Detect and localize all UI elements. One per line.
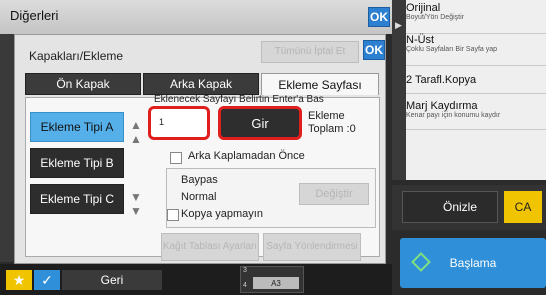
right-item-n-up-label: N-Üst [406, 34, 435, 46]
paper-type: Normal [181, 191, 217, 203]
right-item-duplex-label: 2 Tarafl.Kopya [406, 74, 477, 86]
start-label: Başlama [449, 256, 497, 270]
page-number-input[interactable]: 1 [148, 106, 210, 140]
preview-bar: Önizle CA [392, 185, 546, 230]
scroll-up-icon[interactable]: ▲ ▲ [130, 118, 142, 146]
top-ok-button[interactable]: OK [368, 7, 390, 27]
right-item-margin-shift-label: Marj Kaydırma [406, 100, 478, 112]
before-back-cover-checkbox[interactable] [170, 152, 182, 164]
tray-counter-bottom: 4 [243, 282, 247, 289]
page-number-value: 1 [159, 117, 165, 127]
right-item-duplex[interactable]: 2 Tarafl.Kopya [406, 66, 546, 94]
tray-settings-button[interactable]: Kağıt Tablası Ayarları [161, 233, 259, 261]
expand-icon[interactable]: ▶ [395, 20, 402, 31]
check-icon[interactable]: ✓ [34, 270, 60, 290]
right-strip: ▶ [392, 0, 406, 180]
tray-counter-top: 3 [243, 267, 247, 274]
start-icon [411, 252, 431, 272]
paper-size-label: A3 [253, 277, 299, 289]
right-item-original[interactable]: Orijinal Boyut/Yön Değiştir [406, 2, 546, 34]
tab-insert-pages[interactable]: Ekleme Sayfası [261, 73, 379, 95]
insert-dialog: Kapakları/Ekleme Tümünü İptal Et OK Ön K… [14, 34, 386, 264]
right-panel: Orijinal Boyut/Yön Değiştir N-Üst Çoklu … [392, 0, 546, 180]
right-item-margin-shift-sub: Kenar payı için konumu kaydır [406, 112, 501, 119]
ca-button[interactable]: CA [504, 191, 542, 223]
paper-source-box: Baypas Normal Kopya yapmayın Değiştir [166, 168, 376, 228]
no-copy-label: Kopya yapmayın [181, 208, 263, 220]
dialog-ok-button[interactable]: OK [363, 40, 385, 60]
clear-all-button[interactable]: Tümünü İptal Et [261, 41, 359, 63]
right-item-n-up[interactable]: N-Üst Çoklu Sayfaları Bir Sayfa yap [406, 34, 546, 66]
insert-type-a-button[interactable]: Ekleme Tipi A [30, 112, 124, 142]
back-button[interactable]: Geri [62, 270, 162, 290]
start-button[interactable]: Başlama [400, 238, 546, 288]
dialog-title: Kapakları/Ekleme [29, 49, 124, 63]
insert-type-c-button[interactable]: Ekleme Tipi C [30, 184, 124, 214]
scroll-down-icon[interactable]: ▼ ▼ [130, 190, 142, 218]
insert-total-label: Ekleme [308, 110, 345, 122]
bottom-bar: ★ ✓ Geri 3 4 A3 [0, 264, 392, 295]
preview-button[interactable]: Önizle [402, 191, 498, 223]
insert-total-value: Toplam :0 [308, 123, 356, 135]
paper-source-title: Baypas [181, 174, 218, 186]
page-orientation-button[interactable]: Sayfa Yönlendirmesi [263, 233, 361, 261]
preview-label: Önizle [442, 200, 477, 214]
enter-button[interactable]: Gir [218, 106, 302, 140]
right-item-margin-shift[interactable]: Marj Kaydırma Kenar payı için konumu kay… [406, 94, 546, 130]
right-item-n-up-sub: Çoklu Sayfaları Bir Sayfa yap [406, 46, 498, 53]
instruction-text: Eklenecek Sayfayı Belirtin Enter'a Bas [154, 94, 324, 105]
right-item-original-sub: Boyut/Yön Değiştir [406, 14, 464, 21]
paper-tray-indicator: 3 4 A3 [240, 266, 304, 293]
left-strip [0, 34, 14, 262]
page-title: Diğerleri [10, 8, 59, 23]
change-button[interactable]: Değiştir [299, 183, 369, 205]
top-bar: Diğerleri OK [0, 0, 392, 34]
favorite-star-icon[interactable]: ★ [6, 270, 32, 290]
right-item-original-label: Orijinal [406, 2, 441, 14]
before-back-cover-label: Arka Kaplamadan Önce [188, 150, 305, 162]
no-copy-checkbox[interactable] [167, 209, 179, 221]
insert-type-b-button[interactable]: Ekleme Tipi B [30, 148, 124, 178]
tab-front-cover[interactable]: Ön Kapak [25, 73, 141, 95]
tab-back-cover[interactable]: Arka Kapak [143, 73, 259, 95]
